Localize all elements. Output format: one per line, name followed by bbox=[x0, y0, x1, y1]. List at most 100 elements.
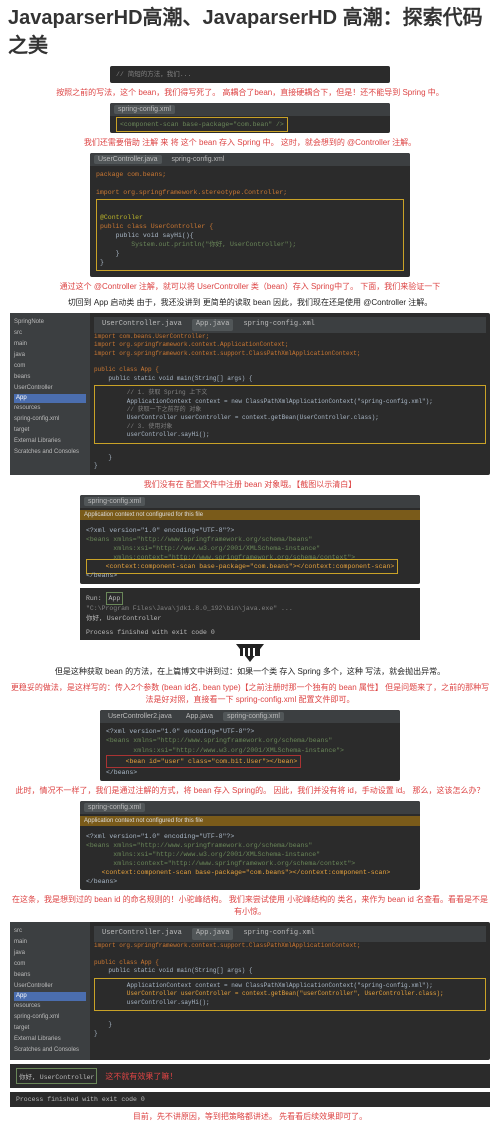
file-tab[interactable]: UserController.java bbox=[98, 319, 186, 331]
console-output: 你好, UserController bbox=[16, 1068, 97, 1084]
explain-text-1: 按照之前的写法，这个 bean，我们得写死了。 高耦合了bean，直接硬耦合下，… bbox=[8, 87, 492, 99]
tree-item[interactable]: com bbox=[14, 959, 86, 970]
code-snippet-1: spring-config.xml <component-scan base-p… bbox=[110, 103, 390, 133]
code-line: UserController userController = context.… bbox=[98, 990, 444, 997]
xml-line: <?xml version="1.0" encoding="UTF-8"?> bbox=[86, 833, 234, 840]
tree-item[interactable]: beans bbox=[14, 970, 86, 981]
explain-text-7: 更稳妥的做法，是这样写的：传入2个参数 (bean id名, bean type… bbox=[8, 682, 492, 706]
tree-item[interactable]: src bbox=[14, 328, 86, 339]
tree-item[interactable]: java bbox=[14, 948, 86, 959]
code-line: public class App { bbox=[94, 366, 159, 373]
tree-item[interactable]: Scratches and Consoles bbox=[14, 447, 86, 458]
xml-line: <component-scan base-package="com.bean" … bbox=[116, 117, 288, 132]
code-line: import org.springframework.context.suppo… bbox=[94, 350, 360, 357]
editor-pane: UserController.java App.java spring-conf… bbox=[90, 922, 490, 1060]
code-line: // 1. 获取 Spring 上下文 bbox=[98, 389, 207, 396]
xml-snippet-3: spring-config.xml Application context no… bbox=[80, 801, 420, 891]
tree-item[interactable]: java bbox=[14, 350, 86, 361]
file-tab[interactable]: spring-config.xml bbox=[168, 155, 229, 164]
xml-line: <beans xmlns="http://www.springframework… bbox=[86, 842, 312, 849]
tree-item[interactable]: SpringNote bbox=[14, 317, 86, 328]
code-line: import org.springframework.context.Appli… bbox=[94, 341, 288, 348]
tree-item[interactable]: External Libraries bbox=[14, 436, 86, 447]
tree-item[interactable]: src bbox=[14, 926, 86, 937]
tree-item[interactable]: target bbox=[14, 425, 86, 436]
file-tab[interactable]: spring-config.xml bbox=[84, 803, 145, 812]
run-console-2: 你好, UserController 这不就有效果了嘛！ bbox=[10, 1064, 490, 1088]
code-snippet-0: // 简短的方法，我们... bbox=[110, 66, 390, 83]
file-tab[interactable]: UserController.java bbox=[94, 155, 162, 164]
tree-item[interactable]: spring-config.xml bbox=[14, 1012, 86, 1023]
code-line: public static void main(String[] args) { bbox=[94, 967, 252, 974]
editor-pane: UserController.java App.java spring-conf… bbox=[90, 313, 490, 475]
tree-item[interactable]: main bbox=[14, 937, 86, 948]
tree-item[interactable]: com bbox=[14, 361, 86, 372]
xml-line: xmlns:xsi="http://www.w3.org/2001/XMLSch… bbox=[106, 747, 344, 754]
result-label: 这不就有效果了嘛！ bbox=[105, 1071, 177, 1082]
explain-text-2: 我们还需要借助 注解 来 将 这个 bean 存入 Spring 中。 这时，就… bbox=[8, 137, 492, 149]
code-line: ApplicationContext context = new ClassPa… bbox=[98, 398, 433, 405]
xml-line: </beans> bbox=[86, 878, 117, 885]
xml-line: xmlns:xsi="http://www.w3.org/2001/XMLSch… bbox=[86, 545, 320, 552]
file-tab[interactable]: App.java bbox=[192, 928, 234, 940]
file-tab[interactable]: App.java bbox=[192, 319, 234, 331]
tree-item[interactable]: resources bbox=[14, 1001, 86, 1012]
ide-screenshot-1: SpringNote src main java com beans UserC… bbox=[10, 313, 490, 475]
run-console-1: Run: App "C:\Program Files\Java\jdk1.8.0… bbox=[80, 588, 420, 640]
xml-snippet-1: spring-config.xml Application context no… bbox=[80, 495, 420, 585]
file-tab[interactable]: spring-config.xml bbox=[239, 319, 318, 331]
tree-item[interactable]: Scratches and Consoles bbox=[14, 1045, 86, 1056]
explain-text-5: 我们没有在 配置文件中注册 bean 对象哦。【截图以示清白】 bbox=[8, 479, 492, 491]
file-tab[interactable]: spring-config.xml bbox=[114, 105, 175, 114]
code-comment: // 简短的方法，我们... bbox=[116, 71, 191, 78]
xml-snippet-2: UserController2.java App.java spring-con… bbox=[100, 710, 400, 780]
tree-item[interactable]: App bbox=[14, 992, 86, 1001]
tree-item[interactable]: resources bbox=[14, 403, 86, 414]
run-label: Run: bbox=[86, 595, 102, 602]
code-line: userController.sayHi(); bbox=[98, 999, 210, 1006]
console-output: Process finished with exit code 0 bbox=[86, 629, 215, 636]
file-tab[interactable]: App.java bbox=[182, 712, 217, 721]
xml-line: <beans xmlns="http://www.springframework… bbox=[106, 737, 332, 744]
tree-item[interactable]: UserController bbox=[14, 981, 86, 992]
code-line: public static void main(String[] args) { bbox=[94, 375, 252, 382]
tree-item[interactable]: App bbox=[14, 394, 86, 403]
code-line: UserController userController = context.… bbox=[98, 414, 379, 421]
file-tab[interactable]: spring-config.xml bbox=[84, 497, 145, 506]
code-line: } bbox=[100, 250, 120, 257]
tree-item[interactable]: spring-config.xml bbox=[14, 414, 86, 425]
code-line: } bbox=[94, 1021, 112, 1028]
tree-item[interactable]: beans bbox=[14, 372, 86, 383]
tree-item[interactable]: target bbox=[14, 1023, 86, 1034]
code-line: userController.sayHi(); bbox=[98, 431, 210, 438]
code-line: import com.beans.UserController; bbox=[94, 333, 209, 340]
console-line: "C:\Program Files\Java\jdk1.8.0_192\bin\… bbox=[86, 605, 293, 612]
explain-text-4: 切回到 App 启动类 由于，我还没讲到 更简单的读取 bean 因此，我们现在… bbox=[8, 297, 492, 309]
code-line: } bbox=[94, 462, 98, 469]
file-tab[interactable]: UserController.java bbox=[98, 928, 186, 940]
tree-item[interactable]: External Libraries bbox=[14, 1034, 86, 1045]
code-line: package com.beans; bbox=[96, 171, 166, 178]
xml-line: <context:component-scan base-package="co… bbox=[86, 869, 390, 876]
code-line: import org.springframework.context.suppo… bbox=[94, 942, 360, 949]
run-console-2b: Process finished with exit code 0 bbox=[10, 1092, 490, 1107]
explain-text-9: 在这条，我是想到过的 bean id 的命名规则的！小驼峰结构。 我们来尝试使用… bbox=[8, 894, 492, 918]
error-bar: Application context not configured for t… bbox=[80, 816, 420, 826]
xml-line: </beans> bbox=[86, 572, 117, 579]
code-line: } bbox=[94, 454, 112, 461]
project-tree: src main java com beans UserController A… bbox=[10, 922, 90, 1060]
code-line: } bbox=[94, 1030, 98, 1037]
code-line: public class UserController { bbox=[100, 223, 213, 230]
run-config[interactable]: App bbox=[106, 592, 124, 605]
xml-line: <?xml version="1.0" encoding="UTF-8"?> bbox=[86, 527, 234, 534]
tree-item[interactable]: UserController bbox=[14, 383, 86, 394]
code-line: import org.springframework.stereotype.Co… bbox=[96, 189, 287, 196]
explain-text-6: 但是这种获取 bean 的方法，在上篇博文中讲到过：如果一个类 存入 Sprin… bbox=[8, 666, 492, 678]
tree-item[interactable]: main bbox=[14, 339, 86, 350]
file-tab[interactable]: UserController2.java bbox=[104, 712, 176, 721]
code-line: } bbox=[100, 259, 104, 266]
console-output: Process finished with exit code 0 bbox=[16, 1096, 145, 1103]
article-title: JavaparserHD高潮、JavaparserHD 高潮：探索代码之美 bbox=[8, 4, 492, 60]
file-tab[interactable]: spring-config.xml bbox=[239, 928, 318, 940]
file-tab[interactable]: spring-config.xml bbox=[223, 712, 284, 721]
